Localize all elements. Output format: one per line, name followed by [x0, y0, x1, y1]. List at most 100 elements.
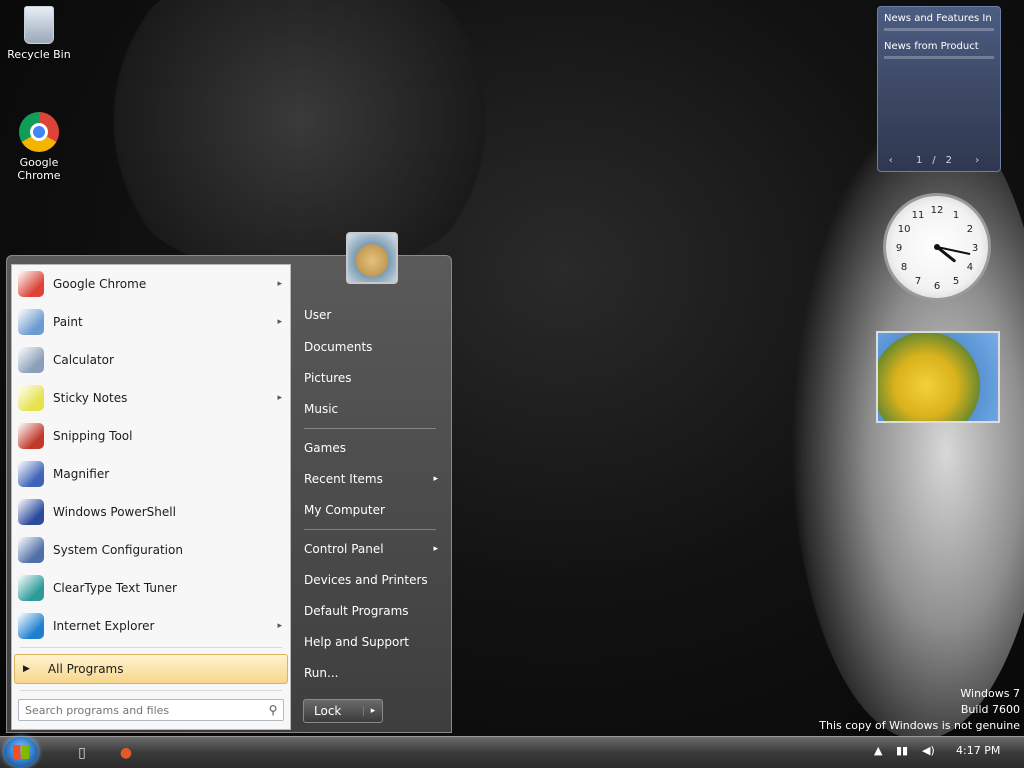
all-programs-button[interactable]: ▶ All Programs — [14, 654, 288, 684]
start-right-item-control-panel[interactable]: Control Panel ▸ — [304, 536, 442, 562]
right-item-label: Default Programs — [304, 604, 409, 618]
right-item-label: Music — [304, 402, 339, 416]
slideshow-gadget[interactable] — [876, 331, 1000, 423]
right-item-label: Recent Items — [304, 472, 383, 486]
start-right-item-recent-items[interactable]: Recent Items ▸ — [304, 466, 442, 492]
divider — [20, 647, 282, 648]
clock-numeral: 6 — [934, 281, 940, 292]
watermark-line: Windows 7 — [960, 687, 1020, 700]
clock-numeral: 4 — [967, 262, 973, 273]
program-item[interactable]: Snipping Tool — [12, 419, 290, 453]
right-item-label: Devices and Printers — [304, 573, 428, 587]
program-label: Paint — [53, 315, 83, 329]
feed-subline — [884, 56, 994, 59]
start-button[interactable] — [4, 737, 38, 767]
program-item[interactable]: Paint ▸ — [12, 305, 290, 339]
program-label: Calculator — [53, 353, 114, 367]
program-label: Windows PowerShell — [53, 505, 176, 519]
clock-numeral: 5 — [953, 276, 959, 287]
chevron-right-icon[interactable]: ▸ — [277, 621, 282, 631]
program-item[interactable]: Magnifier — [12, 457, 290, 491]
program-item[interactable]: Internet Explorer ▸ — [12, 609, 290, 643]
chevron-right-icon[interactable]: ▸ — [277, 393, 282, 403]
search-input[interactable] — [19, 702, 263, 718]
start-right-item-devices-printers[interactable]: Devices and Printers — [304, 567, 442, 593]
snipping-tool-icon — [18, 423, 44, 449]
program-item[interactable]: Sticky Notes ▸ — [12, 381, 290, 415]
clock-numeral: 10 — [898, 224, 911, 235]
chevron-right-icon[interactable]: ▸ — [363, 706, 382, 716]
start-right-item-help-support[interactable]: Help and Support — [304, 629, 442, 655]
right-item-label: Games — [304, 441, 346, 455]
chevron-right-icon[interactable]: ▸ — [277, 317, 282, 327]
feed-headline[interactable]: News from Product — [878, 35, 1000, 52]
program-item[interactable]: Calculator — [12, 343, 290, 377]
start-menu-programs-pane: Google Chrome ▸ Paint ▸ Calculator Stick… — [11, 264, 291, 730]
system-config-icon — [18, 537, 44, 563]
powershell-icon — [18, 499, 44, 525]
start-right-item-default-programs[interactable]: Default Programs — [304, 598, 442, 624]
calculator-icon — [18, 347, 44, 373]
cleartype-icon — [18, 575, 44, 601]
right-item-label: Help and Support — [304, 635, 409, 649]
volume-icon[interactable]: ◀) — [922, 744, 935, 757]
magnifier-icon — [18, 461, 44, 487]
sticky-notes-icon — [18, 385, 44, 411]
clock-numeral: 8 — [901, 262, 907, 273]
network-icon[interactable]: ▮▮ — [896, 744, 908, 757]
windows-watermark: Windows 7 Build 7600 This copy of Window… — [819, 686, 1020, 734]
clock-gadget[interactable]: 1 2 3 4 5 6 7 8 9 10 11 12 — [883, 193, 991, 301]
divider — [304, 428, 436, 429]
right-item-label: My Computer — [304, 503, 385, 517]
taskbar — [0, 736, 1024, 768]
clock-face-icon: 1234567891011 12 — [896, 205, 978, 292]
start-right-item-my-computer[interactable]: My Computer — [304, 497, 442, 523]
start-right-item-run[interactable]: Run... — [304, 660, 442, 686]
start-right-item-user[interactable]: User — [304, 302, 442, 328]
triangle-right-icon: ▶ — [23, 664, 30, 674]
start-right-item-games[interactable]: Games — [304, 435, 442, 461]
right-item-label: Run... — [304, 666, 339, 680]
user-avatar[interactable] — [346, 232, 398, 284]
watermark-line: Build 7600 — [960, 703, 1020, 716]
right-item-label: Pictures — [304, 371, 352, 385]
search-icon[interactable]: ⚲ — [263, 703, 283, 717]
internet-explorer-icon — [18, 613, 44, 639]
start-right-item-documents[interactable]: Documents — [304, 334, 442, 360]
desktop-icon-google-chrome[interactable]: Google Chrome — [4, 112, 74, 182]
watermark-line: This copy of Windows is not genuine — [819, 719, 1020, 732]
chevron-right-icon[interactable]: ▸ — [277, 279, 282, 289]
all-programs-label: All Programs — [47, 662, 124, 676]
feed-headline[interactable]: News and Features In — [878, 7, 1000, 24]
clock-numeral: 3 — [972, 243, 978, 254]
feed-subline — [884, 28, 994, 31]
desktop-icon-recycle-bin[interactable]: Recycle Bin — [4, 6, 74, 61]
feed-nav[interactable]: ‹ 1/2 › — [878, 155, 1000, 166]
program-item[interactable]: System Configuration — [12, 533, 290, 567]
start-right-item-pictures[interactable]: Pictures — [304, 365, 442, 391]
clock-numeral: 12 — [931, 205, 944, 216]
desktop-icon-label: Recycle Bin — [7, 48, 71, 61]
program-label: Sticky Notes — [53, 391, 128, 405]
program-item[interactable]: Windows PowerShell — [12, 495, 290, 529]
program-label: Magnifier — [53, 467, 110, 481]
tray-expand-icon[interactable]: ▲ — [874, 744, 882, 757]
firefox-icon[interactable]: ● — [106, 740, 146, 766]
right-item-label: User — [304, 308, 332, 322]
program-item[interactable]: ClearType Text Tuner — [12, 571, 290, 605]
clock-numeral: 9 — [896, 243, 902, 254]
program-item[interactable]: Google Chrome ▸ — [12, 267, 290, 301]
chevron-right-icon: ▸ — [433, 474, 438, 484]
program-label: System Configuration — [53, 543, 183, 557]
program-label: Snipping Tool — [53, 429, 133, 443]
feed-headlines-gadget[interactable]: News and Features In News from Product ‹… — [877, 6, 1001, 172]
tray-clock[interactable]: 4:17 PM — [956, 744, 1000, 757]
divider — [20, 690, 282, 691]
clock-numeral: 7 — [915, 276, 921, 287]
start-right-item-music[interactable]: Music — [304, 396, 442, 422]
windows-explorer-icon[interactable]: ▯ — [62, 740, 102, 766]
lock-button[interactable]: Lock ▸ — [303, 699, 383, 723]
start-search-box[interactable]: ⚲ — [18, 699, 284, 721]
chrome-icon — [19, 112, 59, 152]
windows-logo-icon — [13, 745, 29, 759]
